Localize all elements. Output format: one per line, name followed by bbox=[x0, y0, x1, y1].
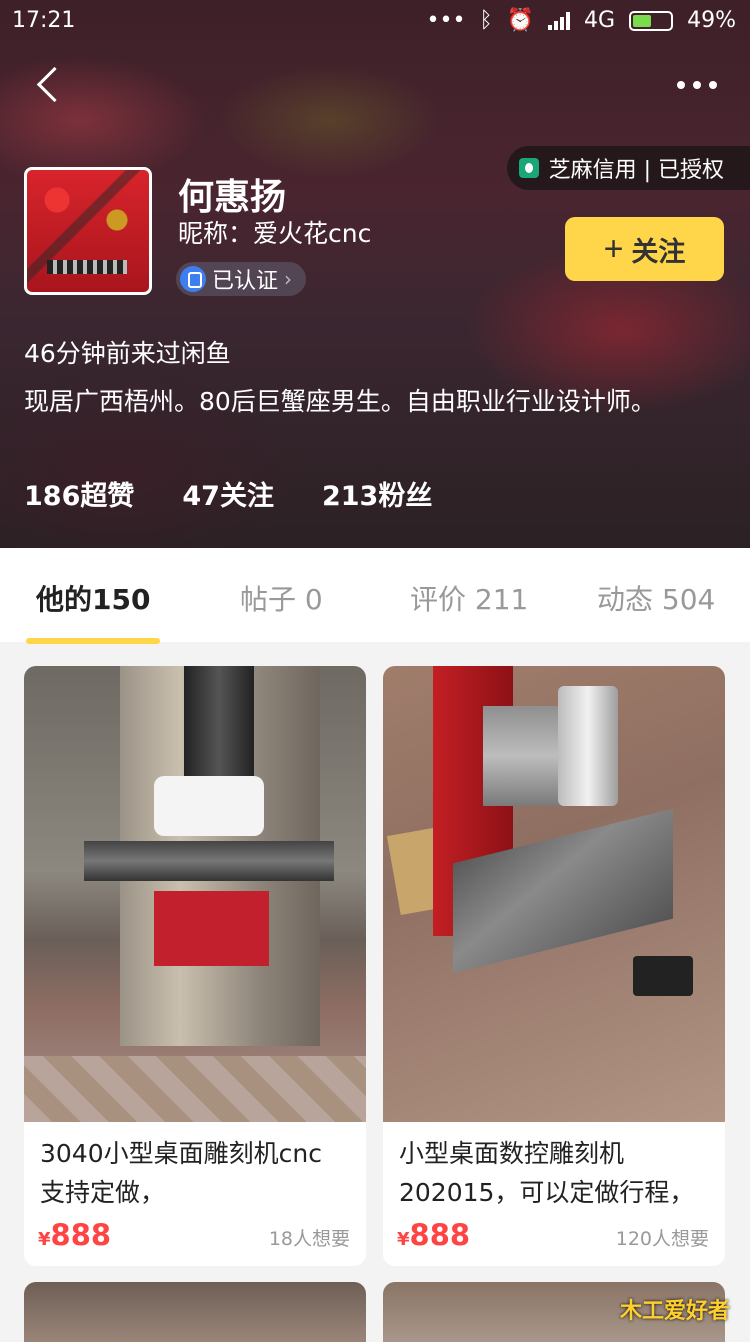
product-image[interactable] bbox=[24, 666, 366, 1122]
avatar[interactable] bbox=[24, 167, 152, 295]
tab-posts[interactable]: 帖子 0 bbox=[240, 578, 323, 618]
product-card[interactable]: 小型桌面数控雕刻机 202015，可以定做行程， ¥888 120人想要 bbox=[383, 666, 725, 1266]
currency-symbol: ¥ bbox=[38, 1229, 51, 1250]
follow-label: 关注 bbox=[631, 230, 685, 269]
verified-badge[interactable]: 已认证 › bbox=[176, 262, 306, 296]
product-price: ¥888 bbox=[397, 1218, 470, 1252]
stat-likes[interactable]: 186超赞 bbox=[24, 474, 134, 513]
status-time: 17:21 bbox=[12, 8, 75, 33]
more-icon[interactable] bbox=[674, 70, 720, 100]
credit-badge[interactable]: 芝麻信用 | 已授权 bbox=[507, 146, 750, 190]
profile-header: 17:21 ••• ᛒ ⏰ 4G 49% 芝麻信用 | 已授权 何惠扬 昵称：爱… bbox=[0, 0, 750, 548]
watermark-logo: 木工爱好者 bbox=[620, 1293, 730, 1325]
tab-activity[interactable]: 动态 504 bbox=[597, 578, 715, 618]
battery-level: 49% bbox=[687, 8, 736, 33]
tab-items[interactable]: 他的150 bbox=[36, 578, 150, 618]
product-price: ¥888 bbox=[38, 1218, 111, 1252]
product-title: 小型桌面数控雕刻机 202015，可以定做行程， bbox=[383, 1122, 725, 1210]
stat-following[interactable]: 47关注 bbox=[182, 474, 274, 513]
follow-button[interactable]: + 关注 bbox=[565, 217, 724, 281]
product-meta: ¥888 120人想要 bbox=[383, 1210, 725, 1252]
zhima-credit-icon bbox=[519, 158, 539, 178]
plus-icon: + bbox=[604, 232, 624, 266]
bio-text: 现居广西梧州。80后巨蟹座男生。自由职业行业设计师。 bbox=[24, 382, 656, 418]
verified-icon bbox=[180, 266, 206, 292]
price-value: 888 bbox=[51, 1218, 112, 1252]
bluetooth-icon: ᛒ bbox=[479, 8, 492, 33]
status-bar: 17:21 ••• ᛒ ⏰ 4G 49% bbox=[0, 0, 750, 44]
battery-icon bbox=[629, 11, 673, 31]
user-name: 何惠扬 bbox=[178, 168, 286, 220]
product-title-line: 202015，可以定做行程， bbox=[399, 1173, 709, 1212]
tab-bar: 他的150 帖子 0 评价 211 动态 504 bbox=[0, 548, 750, 642]
product-title-line: 3040小型桌面雕刻机cnc bbox=[40, 1134, 350, 1173]
product-title: 3040小型桌面雕刻机cnc 支持定做， bbox=[24, 1122, 366, 1210]
product-card[interactable]: 3040小型桌面雕刻机cnc 支持定做， ¥888 18人想要 bbox=[24, 666, 366, 1266]
verified-label: 已认证 bbox=[212, 263, 278, 295]
chevron-right-icon: › bbox=[284, 267, 292, 291]
product-title-line: 小型桌面数控雕刻机 bbox=[399, 1134, 709, 1173]
network-type: 4G bbox=[584, 8, 615, 33]
status-icons: ••• ᛒ ⏰ 4G 49% bbox=[427, 8, 737, 33]
stat-followers[interactable]: 213粉丝 bbox=[322, 474, 432, 513]
user-nickname: 昵称：爱火花cnc bbox=[178, 214, 371, 250]
stats-row: 186超赞 47关注 213粉丝 bbox=[24, 474, 432, 513]
signal-icon bbox=[548, 12, 570, 30]
want-count: 120人想要 bbox=[616, 1224, 709, 1251]
more-dots-icon: ••• bbox=[427, 8, 466, 33]
product-card-partial[interactable] bbox=[24, 1282, 366, 1342]
want-count: 18人想要 bbox=[269, 1224, 350, 1251]
tab-reviews[interactable]: 评价 211 bbox=[410, 578, 528, 618]
product-meta: ¥888 18人想要 bbox=[24, 1210, 366, 1252]
alarm-icon: ⏰ bbox=[507, 8, 534, 33]
last-seen-text: 46分钟前来过闲鱼 bbox=[24, 334, 231, 370]
credit-label: 芝麻信用 | 已授权 bbox=[549, 152, 724, 184]
currency-symbol: ¥ bbox=[397, 1229, 410, 1250]
back-arrow-icon[interactable] bbox=[30, 64, 74, 108]
price-value: 888 bbox=[410, 1218, 471, 1252]
product-image[interactable] bbox=[383, 666, 725, 1122]
product-title-line: 支持定做， bbox=[40, 1173, 350, 1212]
